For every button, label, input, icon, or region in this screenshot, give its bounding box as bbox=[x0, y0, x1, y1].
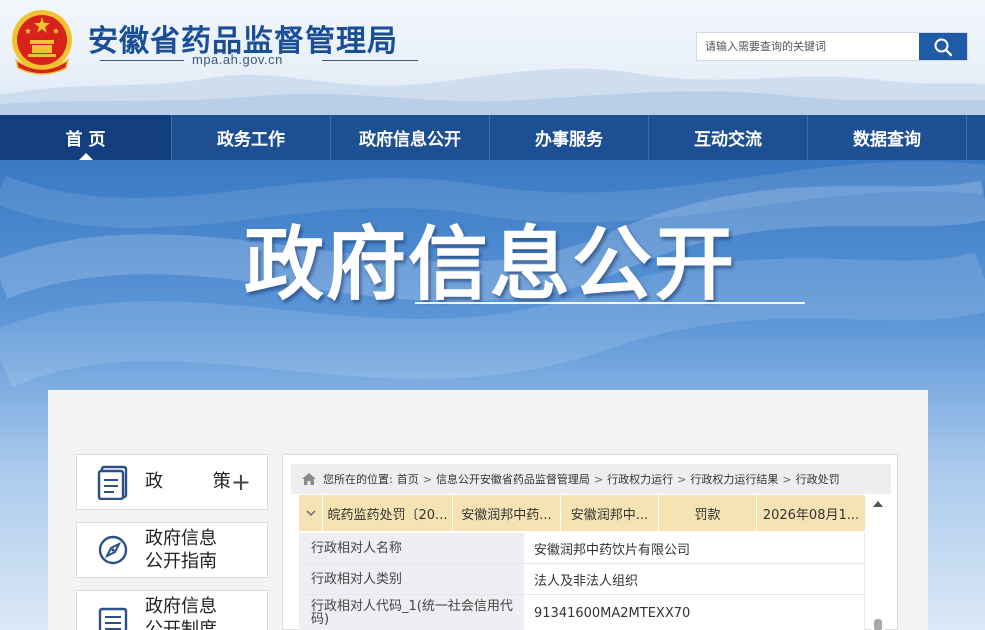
nav-info-disclosure[interactable]: 政府信息公开 bbox=[331, 115, 490, 160]
sidebar-item-system[interactable]: 政府信息 公开制度 bbox=[76, 590, 268, 630]
nav-government-work[interactable]: 政务工作 bbox=[172, 115, 331, 160]
content-panel: 政 策 + 政府信息 公开指南 政府信息 公开制度 您所在的位置: 首页 > 信… bbox=[48, 390, 928, 630]
plus-icon[interactable]: + bbox=[231, 470, 251, 494]
nav-home[interactable]: 首 页 bbox=[0, 115, 172, 160]
record-summary-row[interactable]: 皖药监药处罚〔20... 安徽润邦中药... 安徽润邦中... 罚款 2026年… bbox=[299, 495, 865, 531]
nav-services[interactable]: 办事服务 bbox=[490, 115, 649, 160]
summary-document-no: 皖药监药处罚〔20... bbox=[323, 495, 453, 531]
breadcrumb-power-operation[interactable]: 行政权力运行 bbox=[607, 471, 673, 487]
summary-party-name: 安徽润邦中药... bbox=[453, 495, 561, 531]
sidebar-item-label-line1: 政府信息 bbox=[145, 596, 217, 617]
breadcrumb: 您所在的位置: 首页 > 信息公开安徽省药品监督管理局 > 行政权力运行 > 行… bbox=[291, 464, 891, 494]
document-list-icon bbox=[98, 607, 128, 630]
detail-key: 行政相对人类别 bbox=[299, 564, 524, 594]
breadcrumb-power-results[interactable]: 行政权力运行结果 bbox=[690, 471, 778, 487]
main-content-box: 您所在的位置: 首页 > 信息公开安徽省药品监督管理局 > 行政权力运行 > 行… bbox=[282, 454, 898, 630]
detail-row: 行政相对人名称 安徽润邦中药饮片有限公司 bbox=[299, 533, 865, 564]
sidebar-item-policy[interactable]: 政 策 + bbox=[76, 454, 268, 510]
site-domain: mpa.ah.gov.cn bbox=[192, 52, 283, 67]
banner-underline bbox=[415, 302, 805, 304]
detail-key: 行政相对人代码_1(统一社会信用代码) bbox=[299, 595, 524, 630]
search-input[interactable] bbox=[697, 33, 919, 60]
record-table: 皖药监药处罚〔20... 安徽润邦中药... 安徽润邦中... 罚款 2026年… bbox=[299, 495, 865, 630]
breadcrumb-home[interactable]: 首页 bbox=[397, 471, 419, 487]
search-icon bbox=[934, 38, 953, 56]
detail-value: 安徽润邦中药饮片有限公司 bbox=[524, 533, 865, 563]
detail-value: 91341600MA2MTEXX70 bbox=[524, 595, 865, 630]
detail-key: 行政相对人名称 bbox=[299, 533, 524, 563]
compass-icon bbox=[98, 535, 128, 565]
scrollbar[interactable] bbox=[871, 495, 885, 630]
search-box bbox=[696, 32, 968, 61]
banner-title: 政府信息公开 bbox=[244, 218, 736, 311]
detail-value: 法人及非法人组织 bbox=[524, 564, 865, 594]
summary-penalty-type: 罚款 bbox=[659, 495, 757, 531]
breadcrumb-separator: > bbox=[782, 472, 792, 486]
national-emblem-icon bbox=[12, 10, 72, 75]
summary-date: 2026年08月1... bbox=[762, 507, 860, 523]
sidebar-item-guide[interactable]: 政府信息 公开指南 bbox=[76, 522, 268, 578]
breadcrumb-info-disclosure[interactable]: 信息公开安徽省药品监督管理局 bbox=[436, 471, 590, 487]
main-nav: 首 页 政务工作 政府信息公开 办事服务 互动交流 数据查询 bbox=[0, 115, 985, 160]
breadcrumb-prefix: 您所在的位置: bbox=[323, 473, 393, 486]
breadcrumb-separator: > bbox=[422, 472, 432, 486]
summary-party-short: 安徽润邦中... bbox=[561, 495, 659, 531]
policy-book-icon bbox=[97, 465, 128, 500]
scroll-up-arrow-icon[interactable] bbox=[873, 501, 883, 507]
domain-divider-left bbox=[100, 60, 184, 61]
nav-interaction[interactable]: 互动交流 bbox=[649, 115, 808, 160]
sidebar-item-label-line1: 政府信息 bbox=[145, 528, 217, 549]
scroll-thumb[interactable] bbox=[874, 619, 882, 630]
site-header: 安徽省药品监督管理局 mpa.ah.gov.cn bbox=[0, 0, 985, 115]
breadcrumb-separator: > bbox=[593, 472, 604, 486]
chevron-down-icon[interactable] bbox=[299, 495, 323, 531]
nav-data-query[interactable]: 数据查询 bbox=[808, 115, 967, 160]
detail-row: 行政相对人类别 法人及非法人组织 bbox=[299, 564, 865, 595]
sidebar-item-label-line2: 公开制度 bbox=[145, 619, 217, 630]
detail-row: 行政相对人代码_1(统一社会信用代码) 91341600MA2MTEXX70 bbox=[299, 595, 865, 630]
breadcrumb-penalty[interactable]: 行政处罚 bbox=[796, 471, 840, 487]
sidebar-item-label-line2: 公开指南 bbox=[145, 551, 217, 572]
search-button[interactable] bbox=[919, 33, 967, 60]
breadcrumb-separator: > bbox=[677, 472, 687, 486]
home-icon bbox=[302, 473, 316, 485]
domain-divider-right bbox=[322, 60, 418, 61]
